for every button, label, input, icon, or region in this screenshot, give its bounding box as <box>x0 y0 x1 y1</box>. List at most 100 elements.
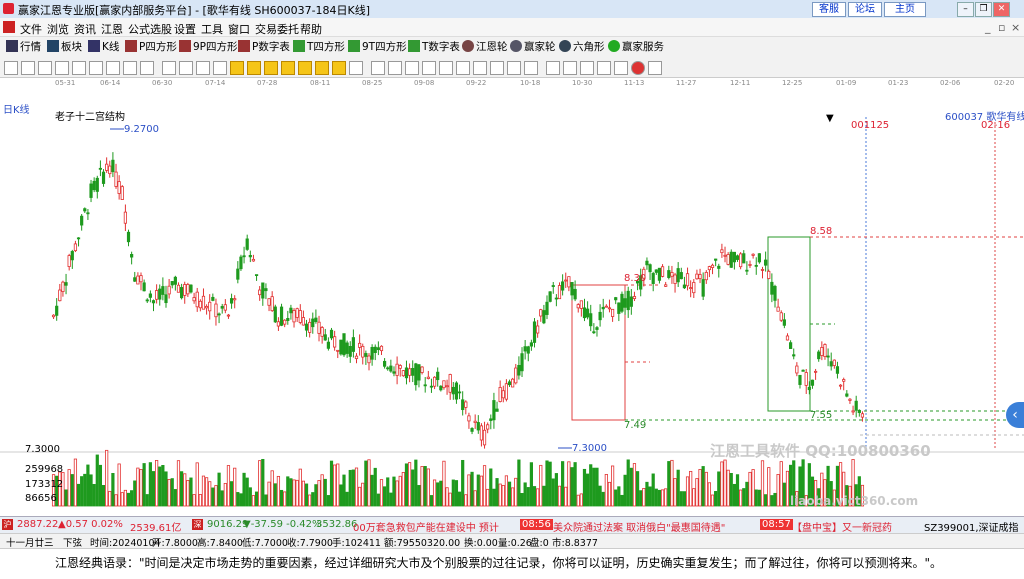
diamond-icon[interactable] <box>315 61 329 75</box>
grid-icon[interactable] <box>38 61 52 75</box>
save-icon[interactable] <box>507 61 521 75</box>
dropdown-icon[interactable]: ▼ <box>826 113 834 124</box>
candle-body <box>111 159 115 173</box>
date-tick: 07-28 <box>257 79 278 87</box>
volume-bar <box>379 479 384 507</box>
customer-service-button[interactable]: 客服 <box>812 2 846 17</box>
news-3[interactable]: 【盘中宝】又一新冠药 <box>792 519 892 534</box>
candle-body <box>370 346 374 360</box>
hand-icon[interactable] <box>371 61 385 75</box>
save-icon[interactable] <box>490 61 504 75</box>
volume-bar <box>279 489 284 507</box>
chart-icon[interactable] <box>89 61 103 75</box>
pen-icon[interactable] <box>597 61 611 75</box>
menu-trade[interactable]: 交易委托 <box>255 21 299 37</box>
tool-t-square[interactable]: T四方形 <box>293 40 345 54</box>
candle-body <box>760 269 765 271</box>
menu-settings[interactable]: 设置 <box>174 21 196 37</box>
home-button[interactable]: 主页 <box>884 2 926 17</box>
tool-t-table[interactable]: T数字表 <box>408 40 460 54</box>
tool-p-square[interactable]: P四方形 <box>125 40 177 54</box>
tool-winner-wheel[interactable]: 赢家轮 <box>510 40 556 54</box>
news-2[interactable]: 美众院通过法案 取消俄白"最惠国待遇" <box>553 519 725 534</box>
last-icon[interactable] <box>213 61 227 75</box>
news-1[interactable]: 00万套急救包产能在建设中 预计 <box>353 519 499 534</box>
first-icon[interactable] <box>162 61 176 75</box>
tool-9p-square[interactable]: 9P四方形 <box>179 40 238 54</box>
calc-icon[interactable] <box>456 61 470 75</box>
cross-icon[interactable] <box>580 61 594 75</box>
tool-hexagon[interactable]: 六角形 <box>559 40 605 54</box>
plus-icon[interactable] <box>388 61 402 75</box>
gann-quote: 江恩经典语录："时间是决定市场走势的重要因素，经过详细研究大市及个别股票的过往记… <box>55 556 943 570</box>
news-time-2: 08:57 <box>760 519 793 530</box>
undo-icon[interactable] <box>123 61 137 75</box>
table-icon[interactable] <box>349 61 363 75</box>
menu-window[interactable]: 窗口 <box>228 21 250 37</box>
ruler-icon[interactable] <box>563 61 577 75</box>
candle-body <box>439 385 443 391</box>
settings-icon[interactable] <box>140 61 154 75</box>
calendar-icon[interactable] <box>55 61 69 75</box>
arrow-icon[interactable] <box>405 61 419 75</box>
date-tick: 01-09 <box>836 79 857 87</box>
diamond-icon[interactable] <box>332 61 346 75</box>
tool-blocks[interactable]: 板块 <box>47 40 82 54</box>
prev-icon[interactable] <box>179 61 193 75</box>
candle-body <box>551 285 555 287</box>
fib-icon[interactable] <box>546 61 560 75</box>
candle-body <box>698 274 702 280</box>
cursor-icon[interactable] <box>4 61 18 75</box>
pin-icon[interactable] <box>614 61 628 75</box>
box-icon[interactable] <box>439 61 453 75</box>
menu-restore-icon[interactable]: ▫ <box>998 21 1005 34</box>
kline-chart[interactable]: 日K线 老子十二宫结构 ▼ 600037 歌华有线 02-16 001125 9… <box>0 92 1024 516</box>
menu-gann[interactable]: 江恩 <box>101 21 123 37</box>
volume-bar <box>314 484 318 507</box>
menu-browse[interactable]: 浏览 <box>47 21 69 37</box>
tool-kline[interactable]: K线 <box>88 40 119 54</box>
fan-icon[interactable] <box>422 61 436 75</box>
tool-p-table[interactable]: P数字表 <box>238 40 290 54</box>
diamond-icon[interactable] <box>298 61 312 75</box>
tool-label: 赢家服务 <box>622 41 664 53</box>
diamond-icon[interactable] <box>230 61 244 75</box>
print-icon[interactable] <box>473 61 487 75</box>
menu-close-icon[interactable]: × <box>1011 21 1020 34</box>
link-icon[interactable] <box>648 61 662 75</box>
volume-bar <box>773 492 777 507</box>
tool-gann-wheel[interactable]: 江恩轮 <box>462 40 508 54</box>
candle-body <box>70 251 74 261</box>
menu-help[interactable]: 帮助 <box>300 21 322 37</box>
zoom-icon[interactable] <box>21 61 35 75</box>
tool-9t-square[interactable]: 9T四方形 <box>348 40 407 54</box>
candle-body <box>242 255 246 258</box>
minimize-icon[interactable]: – <box>957 2 974 17</box>
circle-icon[interactable] <box>631 61 645 75</box>
volume-bar <box>367 459 371 507</box>
menu-news[interactable]: 资讯 <box>74 21 96 37</box>
candle-body <box>117 181 121 194</box>
menu-tools[interactable]: 工具 <box>201 21 223 37</box>
volume-bar <box>529 462 533 507</box>
diamond-icon[interactable] <box>281 61 295 75</box>
close-icon[interactable]: ✕ <box>993 2 1010 17</box>
volume-bar <box>610 465 615 507</box>
diamond-icon[interactable] <box>264 61 278 75</box>
menu-file[interactable]: 文件 <box>20 21 42 37</box>
camera-icon[interactable] <box>524 61 538 75</box>
menu-min-icon[interactable]: _ <box>985 21 991 34</box>
volume-bar <box>448 492 452 507</box>
restore-icon[interactable]: ❐ <box>975 2 992 17</box>
candle-body <box>148 293 152 298</box>
tool-service[interactable]: 赢家服务 <box>608 40 664 54</box>
diamond-icon[interactable] <box>247 61 261 75</box>
tool-quotes[interactable]: 行情 <box>6 40 41 54</box>
hline-icon[interactable] <box>106 61 120 75</box>
candle-body <box>651 273 655 284</box>
forum-button[interactable]: 论坛 <box>848 2 882 17</box>
candle-body <box>442 380 446 389</box>
copy-icon[interactable] <box>72 61 86 75</box>
next-icon[interactable] <box>196 61 210 75</box>
menu-formula[interactable]: 公式选股 <box>128 21 172 37</box>
